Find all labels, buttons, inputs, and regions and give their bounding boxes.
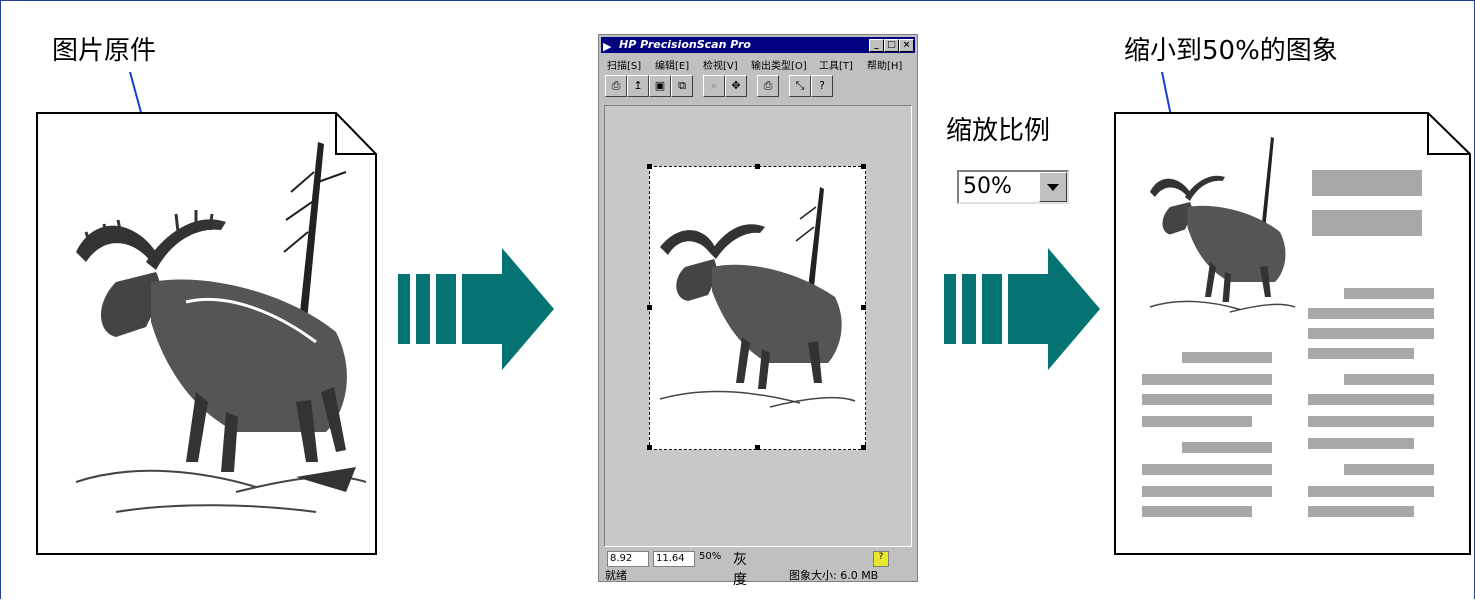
- menu-tools[interactable]: 工具[T]: [819, 57, 853, 72]
- menu-view[interactable]: 检视[V]: [703, 57, 738, 72]
- handle-br[interactable]: [861, 445, 866, 450]
- preview-area[interactable]: [604, 105, 912, 547]
- handle-tm[interactable]: [755, 164, 760, 169]
- handle-bl[interactable]: [647, 445, 652, 450]
- scan-selection[interactable]: [647, 164, 866, 450]
- minimize-button[interactable]: _: [869, 39, 884, 52]
- help-icon[interactable]: ?: [811, 75, 833, 97]
- zoom-icon[interactable]: ⌕: [703, 75, 725, 97]
- scanned-moose-preview: [659, 187, 856, 408]
- prescan-icon[interactable]: ↥: [627, 75, 649, 97]
- move-icon[interactable]: ✥: [725, 75, 747, 97]
- handle-ml[interactable]: [647, 305, 652, 310]
- status-bar: 就绪 图象大小: 6.0 MB: [601, 565, 915, 582]
- handle-tr[interactable]: [861, 164, 866, 169]
- window-title: HP PrecisionScan Pro: [619, 38, 751, 51]
- copy-icon[interactable]: ⧉: [671, 75, 693, 97]
- window-titlebar: ▶ HP PrecisionScan Pro _ □ ×: [601, 37, 915, 53]
- scale-dropdown[interactable]: 50%: [957, 170, 1069, 204]
- handle-tl[interactable]: [647, 164, 652, 169]
- save-icon[interactable]: ▣: [649, 75, 671, 97]
- zoom-readout: 50%: [699, 551, 722, 562]
- app-icon: ▶: [603, 40, 612, 53]
- scale-value: 50%: [963, 174, 1012, 199]
- close-button[interactable]: ×: [899, 39, 914, 52]
- handle-mr[interactable]: [861, 305, 866, 310]
- print-icon[interactable]: ⎙: [757, 75, 779, 97]
- handle-bm[interactable]: [755, 445, 760, 450]
- menu-edit[interactable]: 编辑[E]: [655, 57, 689, 72]
- process-arrow-1: [398, 248, 554, 370]
- menu-bar: 扫描[S] 编辑[E] 检视[V] 输出类型[O] 工具[T] 帮助[H]: [601, 55, 915, 72]
- toolbar: ⎙ ↥ ▣ ⧉ ⌕ ✥ ⎙ ⤡ ?: [603, 75, 867, 99]
- maximize-button[interactable]: □: [884, 39, 899, 52]
- menu-output-type[interactable]: 输出类型[O]: [751, 57, 807, 72]
- original-document: [36, 112, 377, 555]
- resize-icon[interactable]: ⤡: [789, 75, 811, 97]
- result-document: [1114, 112, 1471, 555]
- hp-scan-window: ▶ HP PrecisionScan Pro _ □ × 扫描[S] 编辑[E]…: [598, 34, 918, 588]
- process-arrow-2: [944, 248, 1100, 370]
- menu-help[interactable]: 帮助[H]: [867, 57, 902, 72]
- image-size-text: 图象大小: 6.0 MB: [789, 569, 879, 582]
- chevron-down-icon[interactable]: [1039, 172, 1067, 202]
- menu-scan[interactable]: 扫描[S]: [607, 57, 641, 72]
- status-text: 就绪: [605, 569, 627, 582]
- scan-icon[interactable]: ⎙: [605, 75, 627, 97]
